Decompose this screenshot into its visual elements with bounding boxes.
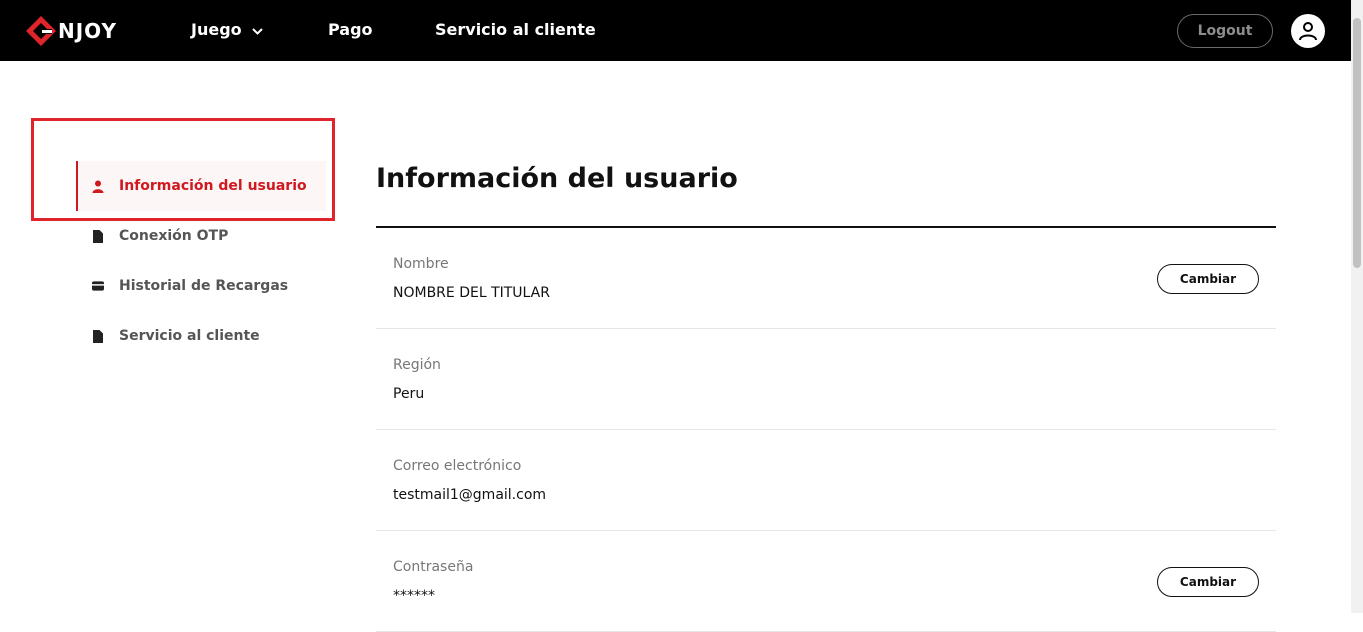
logo[interactable]: NJOY [24, 14, 117, 48]
top-navigation-bar: NJOY Juego Pago Servicio al cliente Logo… [0, 0, 1351, 61]
sidebar-item-label: Conexión OTP [119, 228, 229, 244]
page-title: Información del usuario [376, 163, 738, 194]
sidebar-item-label: Información del usuario [119, 178, 307, 194]
sidebar-item-label: Historial de Recargas [119, 278, 289, 294]
field-label: Región [393, 357, 441, 373]
chevron-down-icon [251, 20, 263, 39]
user-icon [92, 179, 104, 193]
nav-pago[interactable]: Pago [328, 20, 373, 39]
scrollbar-thumb[interactable] [1353, 18, 1361, 268]
field-value: ****** [393, 588, 435, 604]
change-password-button[interactable]: Cambiar [1157, 567, 1259, 597]
logo-text: NJOY [58, 19, 117, 43]
field-value: NOMBRE DEL TITULAR [393, 285, 550, 301]
page-scrollbar[interactable] [1351, 0, 1363, 613]
card-icon [92, 279, 104, 293]
logout-button[interactable]: Logout [1177, 14, 1273, 48]
nav-pago-label: Pago [328, 20, 373, 39]
info-row-correo: Correo electrónico testmail1@gmail.com [376, 430, 1276, 531]
field-label: Nombre [393, 256, 449, 272]
change-name-button[interactable]: Cambiar [1157, 264, 1259, 294]
user-avatar-icon [1299, 22, 1317, 41]
document-icon [92, 329, 104, 343]
nav-servicio-label: Servicio al cliente [435, 20, 596, 39]
info-row-region: Región Peru [376, 329, 1276, 430]
sidebar-item-informacion-del-usuario[interactable]: Información del usuario [76, 161, 326, 211]
nav-servicio-al-cliente[interactable]: Servicio al cliente [435, 20, 596, 39]
user-info-panel: Información del usuario Nombre NOMBRE DE… [376, 160, 1276, 632]
sidebar-item-conexion-otp[interactable]: Conexión OTP [76, 211, 326, 261]
sidebar-item-historial-de-recargas[interactable]: Historial de Recargas [76, 261, 326, 311]
info-row-nombre: Nombre NOMBRE DEL TITULAR Cambiar [376, 228, 1276, 329]
field-label: Contraseña [393, 559, 474, 575]
sidebar-item-label: Servicio al cliente [119, 328, 260, 344]
nav-juego[interactable]: Juego [191, 20, 263, 39]
field-value: Peru [393, 386, 425, 402]
info-row-contrasena: Contraseña ****** Cambiar [376, 531, 1276, 632]
field-label: Correo electrónico [393, 458, 522, 474]
account-sidebar: Información del usuario Conexión OTP His… [76, 161, 326, 361]
field-value: testmail1@gmail.com [393, 487, 547, 503]
profile-avatar-button[interactable] [1291, 14, 1325, 48]
nav-juego-label: Juego [191, 20, 242, 39]
document-icon [92, 229, 104, 243]
sidebar-item-servicio-al-cliente[interactable]: Servicio al cliente [76, 311, 326, 361]
logo-mark-icon [26, 16, 56, 46]
